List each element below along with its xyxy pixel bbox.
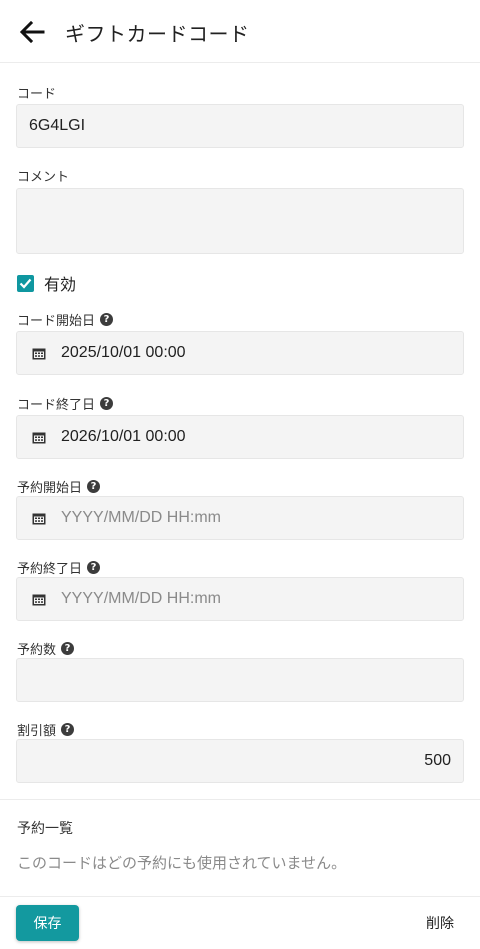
reserve-start-label-text: 予約開始日 (17, 480, 83, 495)
calendar-icon[interactable] (32, 347, 46, 360)
discount-label-text: 割引額 (17, 723, 57, 738)
reserve-start-date-input[interactable]: YYYY/MM/DD HH:mm (16, 496, 464, 540)
reserve-end-placeholder: YYYY/MM/DD HH:mm (61, 590, 221, 607)
calendar-icon[interactable] (32, 593, 46, 606)
code-start-label: コード開始日 ? (17, 310, 114, 329)
help-icon[interactable]: ? (87, 561, 101, 574)
reserve-start-placeholder: YYYY/MM/DD HH:mm (61, 509, 221, 526)
code-label: コード (17, 83, 56, 102)
reservations-title: 予約一覧 (17, 820, 73, 836)
page-title: ギフトカードコード (65, 24, 250, 46)
app-header: ギフトカードコード (0, 0, 480, 63)
check-icon (19, 278, 32, 289)
code-end-date-input[interactable]: 2026/10/01 00:00 (16, 415, 464, 459)
code-input[interactable]: 6G4LGI (16, 104, 464, 148)
save-button[interactable]: 保存 (16, 905, 79, 941)
code-end-value: 2026/10/01 00:00 (61, 428, 186, 445)
help-icon[interactable]: ? (61, 642, 75, 655)
active-label: 有効 (44, 277, 77, 294)
reserve-end-label-text: 予約終了日 (17, 561, 83, 576)
section-divider (0, 799, 480, 800)
discount-input[interactable]: 500 (16, 739, 464, 783)
code-value: 6G4LGI (29, 117, 86, 134)
code-end-label-text: コード終了日 (17, 397, 96, 412)
reserve-count-label: 予約数 ? (17, 639, 75, 658)
reserve-count-input[interactable] (16, 658, 464, 702)
calendar-icon[interactable] (32, 512, 46, 525)
reservations-empty-message: このコードはどの予約にも使用されていません。 (17, 855, 347, 872)
code-start-date-input[interactable]: 2025/10/01 00:00 (16, 331, 464, 375)
reserve-end-label: 予約終了日 ? (17, 558, 101, 577)
reserve-count-label-text: 予約数 (17, 642, 57, 657)
back-button[interactable] (16, 17, 48, 47)
code-start-label-text: コード開始日 (17, 313, 96, 328)
active-checkbox-row[interactable]: 有効 (17, 271, 76, 295)
comment-label-text: コメント (17, 169, 70, 184)
help-icon[interactable]: ? (61, 723, 75, 736)
reserve-start-label: 予約開始日 ? (17, 477, 101, 496)
help-icon[interactable]: ? (100, 313, 114, 326)
active-checkbox[interactable] (17, 274, 34, 292)
help-icon[interactable]: ? (100, 397, 114, 410)
arrow-left-icon (19, 21, 45, 43)
delete-button[interactable]: 削除 (414, 905, 466, 941)
footer-divider (0, 896, 480, 897)
code-label-text: コード (17, 86, 57, 101)
discount-value: 500 (424, 752, 451, 769)
discount-label: 割引額 ? (17, 720, 75, 739)
code-end-label: コード終了日 ? (17, 394, 114, 413)
help-icon[interactable]: ? (87, 480, 101, 493)
code-start-value: 2025/10/01 00:00 (61, 344, 186, 361)
reserve-end-date-input[interactable]: YYYY/MM/DD HH:mm (16, 577, 464, 621)
calendar-icon[interactable] (32, 431, 46, 444)
comment-label: コメント (17, 166, 69, 185)
comment-textarea[interactable] (16, 188, 464, 254)
